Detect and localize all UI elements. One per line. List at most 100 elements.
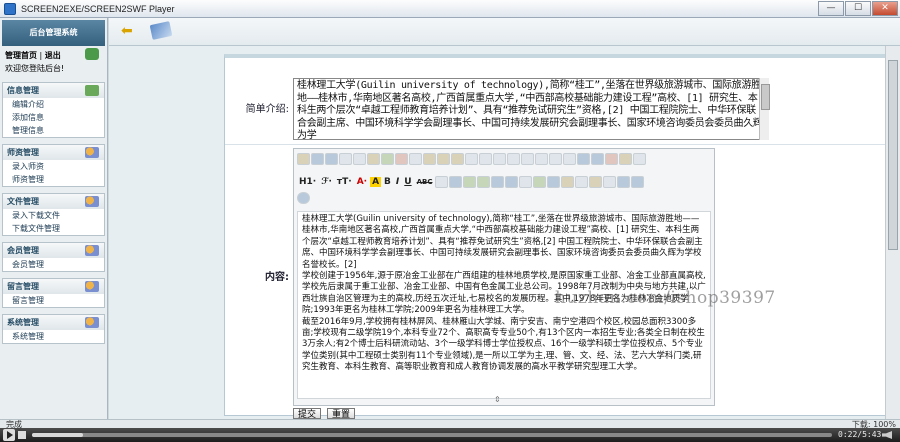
help-icon[interactable] (297, 192, 310, 204)
nav-logout-link[interactable]: 退出 (45, 51, 61, 60)
redo-icon[interactable] (325, 153, 338, 165)
content-paragraph: 桂林理工大学(Guilin university of technology),… (302, 214, 703, 270)
superscript-icon[interactable] (591, 153, 604, 165)
resize-handle-icon[interactable]: ⇕ (494, 395, 501, 404)
volume-icon[interactable] (882, 431, 892, 439)
print-icon[interactable] (353, 153, 366, 165)
font-size-button[interactable]: тT· (335, 177, 354, 187)
reset-button[interactable]: 重置 (327, 408, 356, 419)
maximize-button[interactable]: ☐ (845, 1, 871, 16)
italic-button[interactable]: I (394, 177, 401, 187)
group-title[interactable]: 文件管理 (3, 194, 104, 209)
back-arrow-icon[interactable]: ⬅ (121, 23, 133, 39)
template-icon[interactable] (367, 153, 380, 165)
ordered-list-icon[interactable] (521, 153, 534, 165)
font-family-button[interactable]: ℱ· (319, 177, 334, 187)
welcome-text: 欢迎您登陆后台! (5, 64, 65, 73)
editor-toolbar-row-3 (297, 191, 310, 205)
content-label: 内容: (265, 272, 289, 283)
image-icon[interactable] (463, 176, 477, 188)
progress-track[interactable] (32, 433, 832, 437)
cut-icon[interactable] (395, 153, 408, 165)
multi-image-icon[interactable] (477, 176, 491, 188)
sidebar-item-system[interactable]: 系统管理 (3, 330, 104, 343)
unlink-icon[interactable] (631, 176, 645, 188)
underline-button[interactable]: U (402, 177, 413, 187)
heading-button[interactable]: H1· (297, 177, 318, 187)
align-left-icon[interactable] (465, 153, 478, 165)
sidebar-item-manage-messages[interactable]: 留言管理 (3, 294, 104, 307)
settings-icon (85, 147, 99, 158)
strikethrough-button[interactable]: ABC (415, 178, 435, 186)
sidebar-item-add-file[interactable]: 录入下载文件 (3, 209, 104, 222)
group-title[interactable]: 系统管理 (3, 315, 104, 330)
copy-icon[interactable] (409, 153, 422, 165)
emoticon-icon[interactable] (561, 176, 575, 188)
settings-icon (85, 317, 99, 328)
sidebar-item-add-teacher[interactable]: 录入师资 (3, 160, 104, 173)
paste-text-icon[interactable] (437, 153, 450, 165)
flash-icon[interactable] (491, 176, 505, 188)
paste-word-icon[interactable] (451, 153, 464, 165)
status-bar: 完成 下载: 100% (0, 419, 900, 429)
select-all-icon[interactable] (619, 153, 632, 165)
intro-textarea[interactable]: 桂林理工大学(Guilin university of technology),… (293, 78, 769, 140)
file-icon[interactable] (533, 176, 547, 188)
unordered-list-icon[interactable] (535, 153, 548, 165)
sidebar-item-edit-intro[interactable]: 编辑介绍 (3, 98, 104, 111)
group-title[interactable]: 信息管理 (3, 83, 104, 98)
sidebar-item-manage-info[interactable]: 管理信息 (3, 124, 104, 137)
fullscreen-icon[interactable] (633, 153, 646, 165)
tools-icon[interactable] (149, 21, 173, 40)
group-title[interactable]: 会员管理 (3, 243, 104, 258)
align-right-icon[interactable] (493, 153, 506, 165)
code-icon[interactable] (381, 153, 394, 165)
attachment-icon[interactable] (519, 176, 533, 188)
sidebar-item-manage-members[interactable]: 会员管理 (3, 258, 104, 271)
sidebar-group-system: 系统管理 系统管理 (2, 314, 105, 344)
map-icon[interactable] (589, 176, 603, 188)
scrollbar-thumb[interactable] (888, 60, 898, 250)
clear-format-icon[interactable] (605, 153, 618, 165)
source-icon[interactable] (297, 153, 310, 165)
hr-icon[interactable] (575, 176, 589, 188)
minimize-button[interactable]: — (818, 1, 844, 16)
play-icon[interactable] (3, 429, 15, 441)
submit-button[interactable]: 提交 (293, 408, 322, 419)
align-center-icon[interactable] (479, 153, 492, 165)
outdent-icon[interactable] (563, 153, 576, 165)
paste-icon[interactable] (423, 153, 436, 165)
sidebar: 后台管理系统 管理首页 | 退出 欢迎您登陆后台! 信息管理 编辑介绍 添加信息… (0, 18, 108, 419)
group-title[interactable]: 留言管理 (3, 279, 104, 294)
subscript-icon[interactable] (577, 153, 590, 165)
sidebar-item-manage-teachers[interactable]: 师资管理 (3, 173, 104, 186)
indent-icon[interactable] (549, 153, 562, 165)
sidebar-group-messages: 留言管理 留言管理 (2, 278, 105, 308)
intro-scrollbar[interactable] (759, 78, 770, 140)
page-scrollbar[interactable] (885, 46, 900, 419)
table-icon[interactable] (547, 176, 561, 188)
anchor-icon[interactable] (603, 176, 617, 188)
edit-icon (85, 85, 99, 96)
stop-icon[interactable] (18, 431, 26, 439)
sidebar-nav: 管理首页 | 退出 (0, 46, 107, 61)
line-height-icon[interactable] (435, 176, 449, 188)
undo-icon[interactable] (311, 153, 324, 165)
nav-separator: | (39, 51, 43, 60)
rich-text-editor: H1· ℱ· тT· A· A B I U ABC 桂林理工大学(Guilin … (293, 148, 715, 406)
align-justify-icon[interactable] (507, 153, 520, 165)
nav-home-link[interactable]: 管理首页 (5, 51, 37, 60)
user-icon (85, 48, 99, 60)
media-icon[interactable] (505, 176, 519, 188)
close-button[interactable]: ✕ (872, 1, 898, 16)
window-titlebar: SCREEN2EXE/SCREEN2SWF Player — ☐ ✕ (0, 0, 900, 18)
link-icon[interactable] (617, 176, 631, 188)
group-title[interactable]: 师资管理 (3, 145, 104, 160)
sidebar-item-manage-files[interactable]: 下载文件管理 (3, 222, 104, 235)
remove-format-icon[interactable] (449, 176, 463, 188)
highlight-button[interactable]: A (370, 177, 382, 187)
sidebar-item-add-info[interactable]: 添加信息 (3, 111, 104, 124)
preview-icon[interactable] (339, 153, 352, 165)
bold-button[interactable]: B (382, 177, 393, 187)
font-color-button[interactable]: A· (355, 177, 369, 187)
